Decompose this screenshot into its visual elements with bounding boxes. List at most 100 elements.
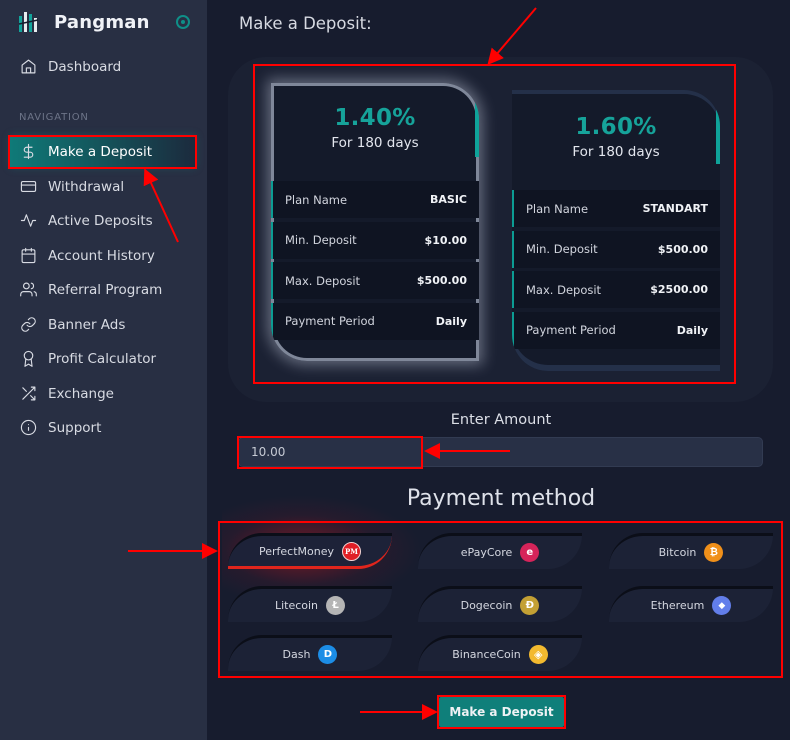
sidebar-item-label: Active Deposits bbox=[48, 212, 153, 229]
payment-method-ethereum[interactable]: Ethereum ◆ bbox=[609, 586, 773, 622]
credit-card-icon bbox=[18, 177, 38, 197]
link-icon bbox=[18, 315, 38, 335]
sidebar-item-make-a-deposit[interactable]: Make a Deposit bbox=[10, 135, 196, 168]
sidebar-item-profit-calculator[interactable]: Profit Calculator bbox=[10, 342, 196, 375]
plan-row: Payment Period Daily bbox=[271, 302, 479, 340]
make-deposit-button[interactable]: Make a Deposit bbox=[439, 697, 564, 727]
payment-method-bitcoin[interactable]: Bitcoin ₿ bbox=[609, 533, 773, 569]
home-icon bbox=[18, 57, 38, 77]
plan-header: 1.40% For 180 days bbox=[271, 83, 479, 181]
sidebar-item-label: Account History bbox=[48, 247, 155, 264]
sidebar-item-label: Exchange bbox=[48, 385, 114, 402]
payment-method-label: Ethereum bbox=[650, 599, 705, 612]
payment-method-binancecoin[interactable]: BinanceCoin ◈ bbox=[418, 635, 582, 671]
plan-accent-bar bbox=[475, 97, 479, 157]
payment-method-epaycore[interactable]: ePayCore e bbox=[418, 533, 582, 569]
plan-row-value: Daily bbox=[435, 314, 467, 328]
users-icon bbox=[18, 280, 38, 300]
dash-icon: D bbox=[318, 645, 338, 664]
plan-row-label: Plan Name bbox=[526, 201, 589, 216]
plan-duration: For 180 days bbox=[331, 135, 419, 151]
plan-row-label: Max. Deposit bbox=[526, 282, 602, 297]
sidebar-item-label: Referral Program bbox=[48, 281, 163, 298]
plan-row-value: $500.00 bbox=[416, 274, 467, 287]
plan-row-value: BASIC bbox=[430, 193, 467, 206]
dollar-icon bbox=[18, 142, 38, 162]
sidebar-item-exchange[interactable]: Exchange bbox=[10, 377, 196, 410]
plan-header: 1.60% For 180 days bbox=[512, 90, 720, 190]
binancecoin-icon: ◈ bbox=[528, 645, 548, 664]
plan-row-label: Payment Period bbox=[285, 314, 375, 328]
sidebar-item-withdrawal[interactable]: Withdrawal bbox=[10, 170, 196, 203]
plan-row-value: $10.00 bbox=[424, 233, 467, 247]
sidebar-item-account-history[interactable]: Account History bbox=[10, 239, 196, 272]
payment-method-label: Litecoin bbox=[274, 599, 319, 612]
amount-label: Enter Amount bbox=[450, 412, 552, 428]
sidebar-item-banner-ads[interactable]: Banner Ads bbox=[10, 308, 196, 341]
amount-input[interactable] bbox=[238, 437, 763, 467]
radio-toggle-icon[interactable] bbox=[176, 15, 190, 29]
payment-method-label: ePayCore bbox=[460, 546, 513, 559]
plan-row: Min. Deposit $500.00 bbox=[512, 230, 720, 268]
plan-row: Payment Period Daily bbox=[512, 311, 720, 349]
sidebar-item-label: Withdrawal bbox=[48, 178, 125, 195]
info-icon bbox=[18, 418, 38, 438]
nav-section-label: NAVIGATION bbox=[19, 112, 89, 123]
perfectmoney-icon: PM bbox=[342, 541, 361, 561]
dogecoin-icon: Ð bbox=[520, 596, 540, 615]
epaycore-icon: e bbox=[520, 543, 540, 562]
plan-card-basic[interactable]: 1.40% For 180 days Plan Name BASIC Min. … bbox=[271, 83, 479, 361]
brand[interactable]: Pangman bbox=[18, 10, 150, 34]
bars-logo-icon bbox=[18, 10, 40, 34]
brand-name: Pangman bbox=[54, 11, 150, 33]
sidebar-item-referral-program[interactable]: Referral Program bbox=[10, 273, 196, 306]
payment-method-title: Payment method bbox=[406, 486, 596, 511]
calendar-icon bbox=[18, 246, 38, 266]
plan-row-value: $500.00 bbox=[657, 242, 708, 256]
plan-duration: For 180 days bbox=[572, 144, 660, 160]
plan-row-label: Payment Period bbox=[526, 323, 616, 337]
plan-row-value: $2500.00 bbox=[650, 283, 708, 296]
payment-method-dogecoin[interactable]: Dogecoin Ð bbox=[418, 586, 582, 622]
page-title: Make a Deposit: bbox=[239, 14, 372, 33]
activity-icon bbox=[18, 211, 38, 231]
plan-rate: 1.40% bbox=[334, 105, 416, 131]
payment-method-label: Dogecoin bbox=[460, 599, 513, 612]
payment-method-dash[interactable]: Dash D bbox=[228, 635, 392, 671]
sidebar-item-label: Dashboard bbox=[48, 58, 122, 75]
sidebar-item-dashboard[interactable]: Dashboard bbox=[10, 50, 196, 83]
litecoin-icon: Ł bbox=[326, 596, 346, 615]
sidebar-item-support[interactable]: Support bbox=[10, 411, 196, 444]
annotation-arrow bbox=[487, 7, 537, 66]
plan-row-label: Plan Name bbox=[285, 192, 348, 207]
sidebar-item-label: Make a Deposit bbox=[48, 143, 153, 160]
payment-method-label: BinanceCoin bbox=[452, 648, 521, 661]
plan-row-label: Min. Deposit bbox=[285, 233, 357, 247]
plan-rate: 1.60% bbox=[575, 114, 657, 140]
bitcoin-icon: ₿ bbox=[704, 543, 724, 562]
plan-row-value: Daily bbox=[676, 323, 708, 337]
award-icon bbox=[18, 349, 38, 369]
sidebar-item-label: Support bbox=[48, 419, 102, 436]
plan-row: Min. Deposit $10.00 bbox=[271, 221, 479, 259]
payment-method-perfectmoney[interactable]: PerfectMoney PM bbox=[228, 533, 392, 569]
plan-row: Max. Deposit $500.00 bbox=[271, 262, 479, 299]
payment-method-label: Bitcoin bbox=[658, 546, 697, 559]
plan-row: Plan Name STANDART bbox=[512, 190, 720, 227]
sidebar: Pangman Dashboard NAVIGATION Make a Depo… bbox=[0, 0, 207, 740]
sidebar-item-active-deposits[interactable]: Active Deposits bbox=[10, 204, 196, 237]
payment-method-label: Dash bbox=[282, 648, 311, 661]
plan-card-standart[interactable]: 1.60% For 180 days Plan Name STANDART Mi… bbox=[512, 90, 720, 371]
sidebar-item-label: Profit Calculator bbox=[48, 350, 157, 367]
sidebar-item-label: Banner Ads bbox=[48, 316, 126, 333]
payment-method-label: PerfectMoney bbox=[258, 544, 334, 558]
plan-accent-bar bbox=[716, 108, 720, 164]
plan-row-value: STANDART bbox=[642, 202, 708, 215]
ethereum-icon: ◆ bbox=[712, 596, 732, 615]
shuffle-icon bbox=[18, 384, 38, 404]
plan-row-label: Min. Deposit bbox=[526, 242, 598, 256]
plan-row: Plan Name BASIC bbox=[271, 181, 479, 218]
plan-row-label: Max. Deposit bbox=[285, 273, 361, 288]
plan-row: Max. Deposit $2500.00 bbox=[512, 271, 720, 308]
payment-method-litecoin[interactable]: Litecoin Ł bbox=[228, 586, 392, 622]
